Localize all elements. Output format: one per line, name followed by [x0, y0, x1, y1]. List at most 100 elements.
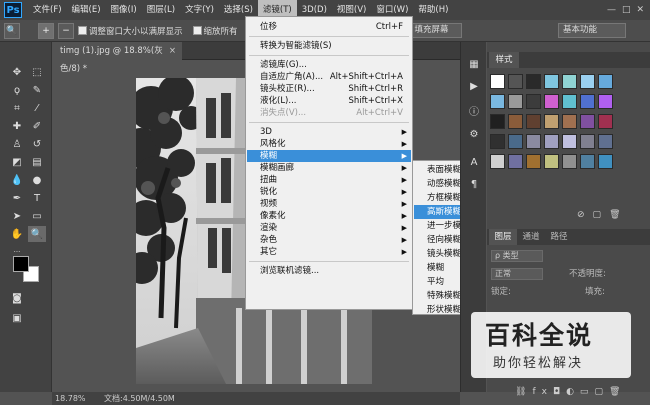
- menu-2[interactable]: 图像(I): [106, 0, 142, 20]
- group-icon[interactable]: ▭: [580, 387, 595, 397]
- filter-menu-item[interactable]: 像素化 ▶: [247, 210, 411, 222]
- shape-tool-icon[interactable]: ▭: [28, 208, 46, 224]
- style-swatch[interactable]: [580, 134, 595, 149]
- actions-panel-icon[interactable]: ▶: [465, 78, 483, 94]
- tab-layers[interactable]: 图层: [489, 229, 517, 245]
- zoom-all-option[interactable]: 缩放所有: [192, 25, 238, 37]
- workspace-select[interactable]: 基本功能: [558, 23, 626, 38]
- menu-4[interactable]: 文字(Y): [180, 0, 219, 20]
- zoom-out-icon[interactable]: −: [58, 22, 74, 39]
- filter-menu-item[interactable]: 转换为智能滤镜(S): [247, 40, 411, 52]
- menu-10[interactable]: 帮助(H): [413, 0, 453, 20]
- style-swatch[interactable]: [580, 114, 595, 129]
- fx-icon[interactable]: fx: [532, 387, 553, 397]
- style-swatch[interactable]: [544, 94, 559, 109]
- filter-menu-item[interactable]: 模糊 ▶: [247, 150, 411, 162]
- style-swatch[interactable]: [526, 134, 541, 149]
- properties-panel-icon[interactable]: ⚙: [465, 126, 483, 142]
- maximize-icon[interactable]: □: [622, 5, 631, 15]
- lasso-tool-icon[interactable]: ϙ: [8, 82, 26, 98]
- foreground-color-swatch[interactable]: [13, 256, 29, 272]
- style-swatch[interactable]: [490, 114, 505, 129]
- pen-tool-icon[interactable]: ✒: [8, 190, 26, 206]
- style-swatch[interactable]: [562, 134, 577, 149]
- style-swatch[interactable]: [580, 74, 595, 89]
- filter-menu-item[interactable]: 杂色 ▶: [247, 234, 411, 246]
- style-swatch[interactable]: [562, 114, 577, 129]
- history-brush-icon[interactable]: ↺: [28, 136, 46, 152]
- marquee-tool-icon[interactable]: ⬚: [28, 64, 46, 80]
- screen-mode-icon[interactable]: ▣: [8, 310, 26, 326]
- info-panel-icon[interactable]: ⓘ: [465, 102, 483, 118]
- zoom-in-icon[interactable]: +: [38, 22, 54, 39]
- filter-menu-item[interactable]: 风格化 ▶: [247, 138, 411, 150]
- healing-brush-icon[interactable]: ✚: [8, 118, 26, 134]
- menu-0[interactable]: 文件(F): [28, 0, 67, 20]
- style-swatch[interactable]: [508, 114, 523, 129]
- brush-tool-icon[interactable]: ✐: [28, 118, 46, 134]
- style-swatch[interactable]: [526, 94, 541, 109]
- style-swatch[interactable]: [544, 114, 559, 129]
- move-tool-icon[interactable]: ✥: [8, 64, 26, 80]
- style-swatch[interactable]: [508, 134, 523, 149]
- filter-menu-item[interactable]: 扭曲 ▶: [247, 174, 411, 186]
- filter-menu-item[interactable]: 自适应广角(A)... Alt+Shift+Ctrl+A: [247, 71, 411, 83]
- mask-icon[interactable]: ◘: [553, 387, 566, 397]
- delete-style-icon[interactable]: 🗑: [609, 210, 628, 220]
- style-swatch[interactable]: [508, 74, 523, 89]
- tab-channels[interactable]: 通道: [517, 229, 545, 245]
- document-tab[interactable]: timg (1).jpg @ 18.8%(灰色/8) * ×: [52, 42, 182, 74]
- tab-paths[interactable]: 路径: [545, 229, 573, 245]
- style-swatch[interactable]: [544, 74, 559, 89]
- style-swatch[interactable]: [580, 94, 595, 109]
- filter-menu-item[interactable]: 模糊画廊 ▶: [247, 162, 411, 174]
- style-swatch[interactable]: [526, 74, 541, 89]
- style-swatch[interactable]: [544, 134, 559, 149]
- type-tool-icon[interactable]: T: [28, 190, 46, 206]
- filter-menu-item[interactable]: 视频 ▶: [247, 198, 411, 210]
- menu-1[interactable]: 编辑(E): [67, 0, 106, 20]
- filter-menu-item[interactable]: 滤镜库(G)...: [247, 59, 411, 71]
- zoom-level[interactable]: 18.78%: [55, 392, 86, 405]
- no-style-icon[interactable]: ⊘: [577, 210, 593, 220]
- filter-menu-item[interactable]: 浏览联机滤镜...: [247, 265, 411, 277]
- fit-window-option[interactable]: 调整窗口大小以满屏显示: [78, 25, 183, 37]
- clone-stamp-icon[interactable]: ♙: [8, 136, 26, 152]
- fit-window-checkbox[interactable]: [78, 26, 87, 35]
- zoom-tool-icon[interactable]: 🔍: [28, 226, 46, 242]
- filter-menu-item[interactable]: 位移 Ctrl+F: [247, 21, 411, 33]
- style-swatch[interactable]: [562, 154, 577, 169]
- style-swatch[interactable]: [490, 134, 505, 149]
- filter-menu-item[interactable]: 其它 ▶: [247, 246, 411, 258]
- style-swatch[interactable]: [598, 74, 613, 89]
- style-swatch[interactable]: [562, 74, 577, 89]
- style-swatch[interactable]: [598, 94, 613, 109]
- link-icon[interactable]: ⛓: [515, 387, 532, 397]
- path-select-icon[interactable]: ➤: [8, 208, 26, 224]
- filter-menu-item[interactable]: 液化(L)... Shift+Ctrl+X: [247, 95, 411, 107]
- style-swatch[interactable]: [508, 154, 523, 169]
- filter-menu-item[interactable]: 3D ▶: [247, 126, 411, 138]
- style-swatch[interactable]: [490, 74, 505, 89]
- filter-menu-item[interactable]: 锐化 ▶: [247, 186, 411, 198]
- style-swatch[interactable]: [562, 94, 577, 109]
- menu-3[interactable]: 图层(L): [142, 0, 180, 20]
- style-swatch[interactable]: [526, 154, 541, 169]
- blend-mode-select[interactable]: 正常: [491, 268, 543, 280]
- tab-styles[interactable]: 样式: [489, 52, 519, 68]
- style-swatch[interactable]: [508, 94, 523, 109]
- paragraph-panel-icon[interactable]: ¶: [465, 176, 483, 192]
- style-swatch[interactable]: [526, 114, 541, 129]
- style-swatch[interactable]: [544, 154, 559, 169]
- eraser-tool-icon[interactable]: ◩: [8, 154, 26, 170]
- zoom-all-checkbox[interactable]: [192, 26, 202, 35]
- new-layer-icon[interactable]: ▢: [594, 387, 609, 397]
- crop-tool-icon[interactable]: ⌗: [8, 100, 26, 116]
- trash-icon[interactable]: 🗑: [609, 387, 626, 397]
- adjustment-icon[interactable]: ◐: [566, 387, 580, 397]
- style-swatch[interactable]: [490, 154, 505, 169]
- style-swatch[interactable]: [490, 94, 505, 109]
- hand-tool-icon[interactable]: ✋: [8, 226, 26, 242]
- close-icon[interactable]: ×: [169, 42, 176, 60]
- eyedropper-icon[interactable]: ⁄: [28, 100, 46, 116]
